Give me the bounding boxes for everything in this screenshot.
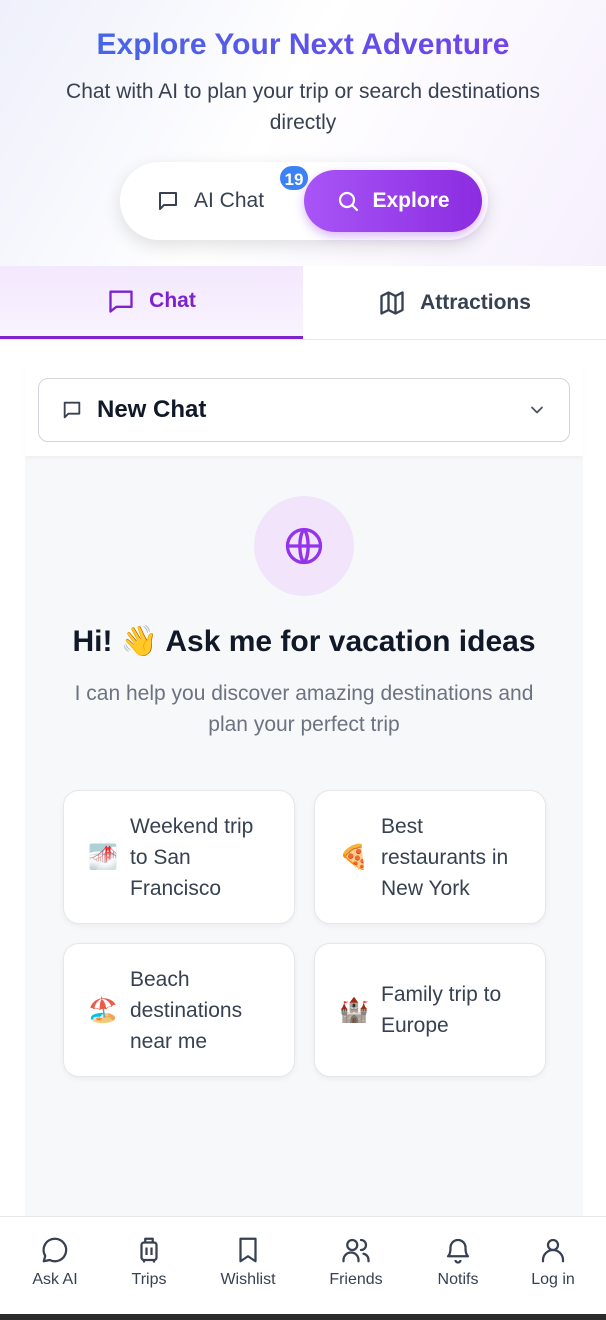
tab-attractions-label: Attractions [420,290,531,314]
nav-label: Ask AI [32,1271,78,1288]
chat-panel-header: New Chat [25,366,583,456]
nav-login[interactable]: Log in [503,1235,603,1289]
tab-attractions[interactable]: Attractions [303,266,606,339]
tab-chat-label: Chat [149,289,196,312]
tab-chat[interactable]: Chat [0,266,303,339]
beach-umbrella-icon: 🏖️ [88,996,118,1024]
system-bar [0,1314,606,1320]
suggestion-card[interactable]: 🏰 Family trip to Europe [314,943,546,1077]
bookmark-icon [239,1237,257,1263]
suggestion-card[interactable]: 🍕 Best restaurants in New York [314,790,546,924]
pizza-icon: 🍕 [339,843,369,871]
globe-badge [254,496,354,596]
hero-section: Explore Your Next Adventure Chat with AI… [0,0,606,266]
chat-session-select[interactable]: New Chat [38,378,570,442]
luggage-icon [140,1237,158,1263]
nav-trips[interactable]: Trips [99,1235,199,1289]
search-icon [339,191,359,212]
message-square-icon [63,401,81,419]
suggestion-card[interactable]: 🏖️ Beach destinations near me [63,943,295,1077]
users-icon [342,1238,370,1263]
suggestion-text: Family trip to Europe [381,983,502,1037]
nav-ask-ai[interactable]: Ask AI [5,1235,105,1289]
welcome-title: Hi! 👋 Ask me for vacation ideas [72,625,536,658]
chat-bubble-icon [42,1237,68,1263]
map-icon [380,290,404,315]
content-tabs: Chat Attractions [0,266,606,340]
message-square-icon [159,192,177,210]
bottom-navigation: Ask AI Trips Wishlist Friends Notifs Log… [0,1216,606,1314]
suggestion-text: Beach destinations near me [130,967,243,1053]
chevron-down-icon [531,406,543,414]
castle-icon: 🏰 [339,996,369,1024]
chat-panel: New Chat Hi! 👋 Ask me for vacation ideas… [25,366,583,1216]
ai-chat-mode-button[interactable]: AI Chat [156,178,264,224]
bell-icon [446,1238,470,1264]
ai-chat-label: AI Chat [194,189,265,212]
suggestion-text: Best restaurants in New York [381,814,509,900]
nav-label: Trips [131,1271,167,1288]
nav-notifs[interactable]: Notifs [408,1235,508,1289]
nav-wishlist[interactable]: Wishlist [198,1235,298,1289]
notification-badge: 19 [278,164,310,192]
globe-icon [285,527,323,565]
page-title: Explore Your Next Adventure [0,28,606,62]
explore-mode-button[interactable]: Explore [304,170,482,232]
message-square-icon [109,290,133,313]
nav-friends[interactable]: Friends [306,1235,406,1289]
nav-label: Log in [531,1271,575,1288]
chat-session-value: New Chat [97,396,207,423]
nav-label: Friends [329,1271,383,1288]
suggestion-text: Weekend trip to San Francisco [130,814,254,900]
foggy-bridge-icon: 🌁 [88,843,118,871]
nav-label: Notifs [437,1271,479,1288]
nav-label: Wishlist [220,1271,276,1288]
user-icon [541,1238,565,1263]
welcome-subtitle: I can help you discover amazing destinat… [74,682,534,736]
page-subtitle: Chat with AI to plan your trip or search… [66,80,540,134]
explore-label: Explore [372,189,450,212]
mode-toggle: AI Chat 19 Explore [120,162,488,240]
suggestion-card[interactable]: 🌁 Weekend trip to San Francisco [63,790,295,924]
